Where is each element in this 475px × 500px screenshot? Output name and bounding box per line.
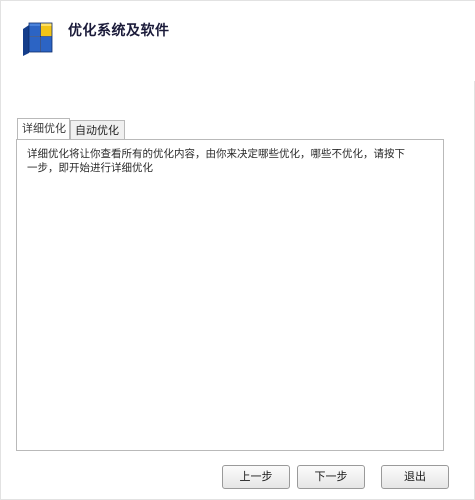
- prev-button[interactable]: 上一步: [222, 465, 290, 489]
- windows-logo-icon: [19, 19, 55, 57]
- dialog-window: 优化系统及软件 详细优化 自动优化 详细优化将让你查看所有的优化内容，由你来决定…: [0, 0, 475, 500]
- dialog-title: 优化系统及软件: [68, 23, 170, 39]
- tab-auto-optimize[interactable]: 自动优化: [70, 120, 125, 139]
- description-text: 详细优化将让你查看所有的优化内容，由你来决定哪些优化，哪些不优化，请按下一步，即…: [27, 148, 405, 174]
- tab-detailed-optimize[interactable]: 详细优化: [17, 118, 70, 139]
- tab-content-panel: 详细优化将让你查看所有的优化内容，由你来决定哪些优化，哪些不优化，请按下一步，即…: [16, 139, 444, 451]
- dialog-header: 优化系统及软件: [1, 1, 475, 81]
- next-button[interactable]: 下一步: [297, 465, 365, 489]
- exit-button[interactable]: 退出: [381, 465, 449, 489]
